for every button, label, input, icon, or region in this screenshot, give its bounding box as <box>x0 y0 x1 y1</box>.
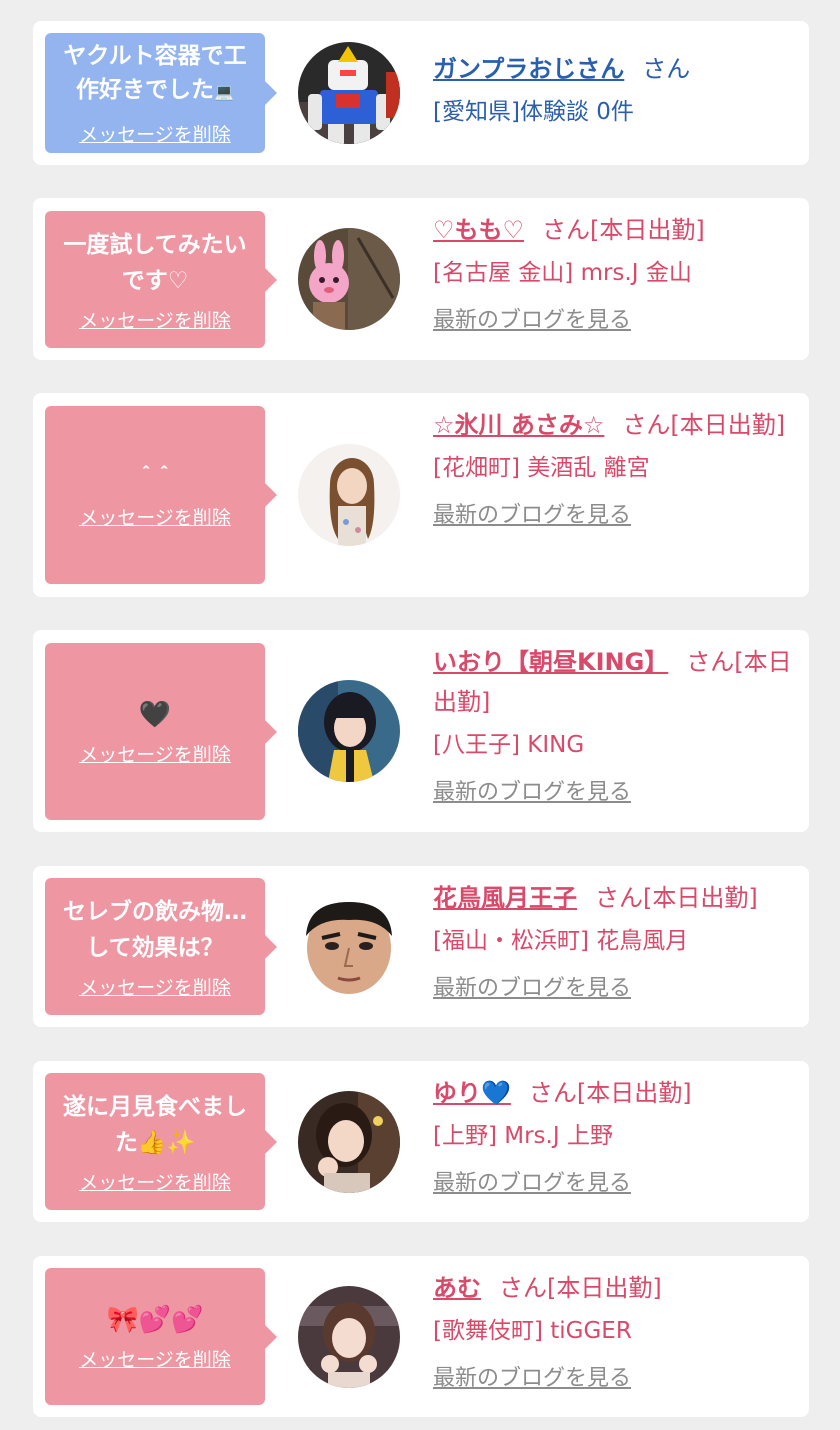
woman-portrait-icon[interactable] <box>298 444 400 546</box>
message-text: 🎀💕💕 <box>106 1304 204 1335</box>
message-card: 遂に月見食べました👍✨ メッセージを削除 ゆり💙 さん[本日出勤] [上野] Mr… <box>33 1061 809 1222</box>
message-bubble: 🖤 メッセージを削除 <box>45 643 277 820</box>
message-card: 🖤 メッセージを削除 いおり【朝昼KING】 さん[本日出勤] [八王子] KIN… <box>33 630 809 832</box>
shop-info: [上野] Mrs.J 上野 <box>433 1123 613 1149</box>
profile-name-link[interactable]: あむ <box>433 1274 481 1302</box>
profile-name-link[interactable]: ♡もも♡ <box>433 216 524 244</box>
name-line: 花鳥風月王子 さん[本日出勤] <box>433 878 797 918</box>
laptop-emoji-icon: 💻 <box>214 82 234 101</box>
profile-name-link[interactable]: ☆氷川 あさみ☆ <box>433 411 604 439</box>
message-bubble: セレブの飲み物…して効果は？ メッセージを削除 <box>45 878 277 1015</box>
profile-name-link[interactable]: いおり【朝昼KING】 <box>433 648 668 676</box>
latest-blog-link[interactable]: 最新のブログを見る <box>433 1362 631 1396</box>
woman-portrait-icon[interactable] <box>298 680 400 782</box>
name-suffix: さん <box>642 55 691 83</box>
delete-message-link[interactable]: メッセージを削除 <box>79 1171 231 1195</box>
shop-info: [歌舞伎町] tiGGER <box>433 1318 632 1344</box>
shop-info: [花畑町] 美酒乱 離宮 <box>433 455 650 481</box>
name-suffix: さん[本日出勤] <box>499 1274 662 1302</box>
delete-message-link[interactable]: メッセージを削除 <box>79 506 231 530</box>
name-line: ゆり💙 さん[本日出勤] <box>433 1073 797 1113</box>
message-bubble: 一度試してみたいです♡ メッセージを削除 <box>45 211 277 348</box>
woman-portrait-icon[interactable] <box>298 1091 400 1193</box>
profile-name-link[interactable]: ガンプラおじさん <box>433 55 624 83</box>
message-bubble: 遂に月見食べました👍✨ メッセージを削除 <box>45 1073 277 1210</box>
profile-info: ゆり💙 さん[本日出勤] [上野] Mrs.J 上野 最新のブログを見る <box>433 1073 797 1201</box>
latest-blog-link[interactable]: 最新のブログを見る <box>433 776 631 810</box>
delete-message-link[interactable]: メッセージを削除 <box>79 743 231 767</box>
message-bubble: ヤクルト容器で工作好きでした💻 メッセージを削除 <box>45 33 277 153</box>
delete-message-link[interactable]: メッセージを削除 <box>79 976 231 1000</box>
message-bubble: ＾＾ メッセージを削除 <box>45 406 277 584</box>
shop-info: [八王子] KING <box>433 732 585 758</box>
shop-info: [愛知県]体験談 0件 <box>433 99 634 125</box>
name-suffix: さん[本日出勤] <box>595 884 758 912</box>
profile-info: ガンプラおじさん さん [愛知県]体験談 0件 <box>433 49 797 129</box>
name-line: ☆氷川 あさみ☆ さん[本日出勤] <box>433 405 797 445</box>
bunny-photo-icon[interactable] <box>298 228 400 330</box>
name-suffix: さん[本日出勤] <box>528 1079 692 1107</box>
name-line: ガンプラおじさん さん <box>433 49 797 89</box>
latest-blog-link[interactable]: 最新のブログを見る <box>433 499 631 533</box>
profile-info: あむ さん[本日出勤] [歌舞伎町] tiGGER 最新のブログを見る <box>433 1268 797 1396</box>
message-text: 一度試してみたいです♡ <box>63 231 247 294</box>
message-bubble: 🎀💕💕 メッセージを削除 <box>45 1268 277 1405</box>
message-text: ＾＾ <box>137 467 173 488</box>
latest-blog-link[interactable]: 最新のブログを見る <box>433 972 631 1006</box>
profile-name-link[interactable]: 花鳥風月王子 <box>433 884 577 912</box>
woman-portrait-icon[interactable] <box>298 1286 400 1388</box>
shop-info: [名古屋 金山] mrs.J 金山 <box>433 260 692 286</box>
latest-blog-link[interactable]: 最新のブログを見る <box>433 1167 631 1201</box>
profile-info: いおり【朝昼KING】 さん[本日出勤] [八王子] KING 最新のブログを見る <box>433 642 797 810</box>
profile-info: ♡もも♡ さん[本日出勤] [名古屋 金山] mrs.J 金山 最新のブログを見る <box>433 210 797 338</box>
delete-message-link[interactable]: メッセージを削除 <box>79 309 231 333</box>
message-text: セレブの飲み物…して効果は？ <box>63 898 247 961</box>
name-line: いおり【朝昼KING】 さん[本日出勤] <box>433 642 797 722</box>
name-suffix: さん[本日出勤] <box>622 411 786 439</box>
delete-message-link[interactable]: メッセージを削除 <box>79 123 231 147</box>
message-list: ヤクルト容器で工作好きでした💻 メッセージを削除 ガンプラおじさん さん [愛知… <box>0 0 840 1430</box>
man-face-icon[interactable] <box>298 896 400 998</box>
message-text-wrap: ヤクルト容器で工作好きでした💻 <box>53 39 257 109</box>
black-heart-icon: 🖤 <box>138 699 172 730</box>
message-card: 一度試してみたいです♡ メッセージを削除 ♡もも♡ さん[本日出勤] [名古屋 金… <box>33 198 809 360</box>
message-card: セレブの飲み物…して効果は？ メッセージを削除 花鳥風月王子 さん[本日出勤] [… <box>33 866 809 1027</box>
name-line: あむ さん[本日出勤] <box>433 1268 797 1308</box>
profile-info: ☆氷川 あさみ☆ さん[本日出勤] [花畑町] 美酒乱 離宮 最新のブログを見る <box>433 405 797 533</box>
profile-info: 花鳥風月王子 さん[本日出勤] [福山・松浜町] 花鳥風月 最新のブログを見る <box>433 878 797 1006</box>
message-card: 🎀💕💕 メッセージを削除 あむ さん[本日出勤] [歌舞伎町] tiGGER 最新… <box>33 1256 809 1417</box>
latest-blog-link[interactable]: 最新のブログを見る <box>433 304 631 338</box>
profile-name-link[interactable]: ゆり💙 <box>433 1079 511 1107</box>
message-card: ＾＾ メッセージを削除 ☆氷川 あさみ☆ さん[本日出勤] [花畑町] 美酒乱 離… <box>33 393 809 597</box>
message-text: 遂に月見食べました👍✨ <box>63 1093 247 1156</box>
gundam-robot-icon[interactable] <box>298 42 400 144</box>
shop-info: [福山・松浜町] 花鳥風月 <box>433 928 689 954</box>
name-suffix: さん[本日出勤] <box>542 216 705 244</box>
message-card: ヤクルト容器で工作好きでした💻 メッセージを削除 ガンプラおじさん さん [愛知… <box>33 21 809 165</box>
delete-message-link[interactable]: メッセージを削除 <box>79 1348 231 1372</box>
name-line: ♡もも♡ さん[本日出勤] <box>433 210 797 250</box>
